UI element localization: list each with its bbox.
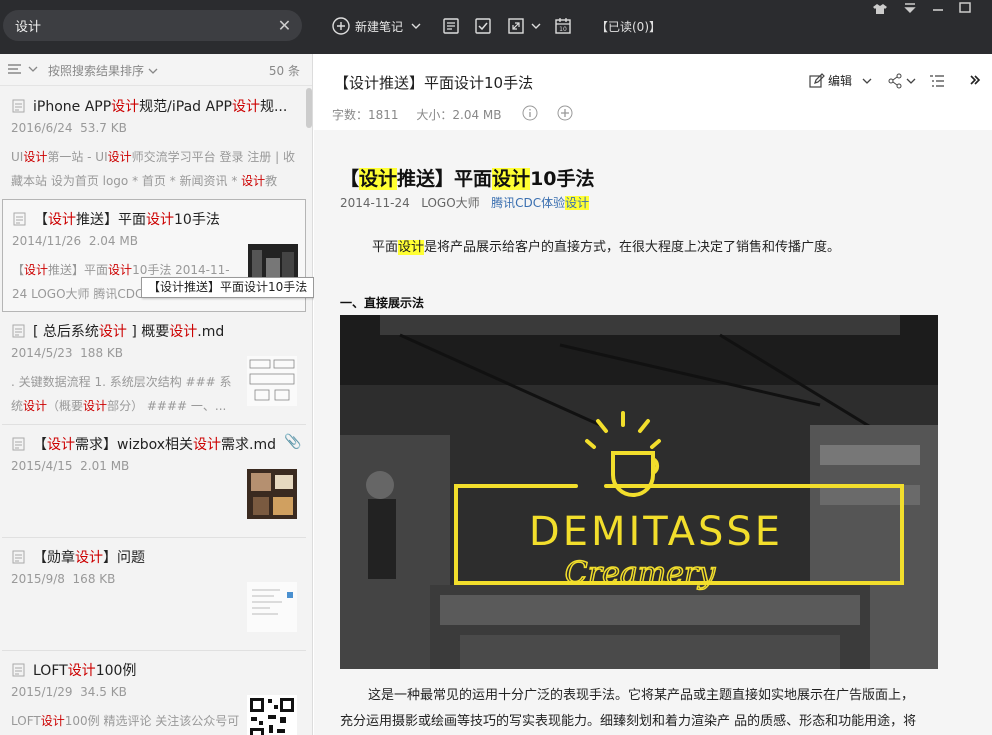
document-icon bbox=[12, 550, 25, 564]
chevron-down-icon[interactable] bbox=[411, 22, 421, 30]
add-tag-icon[interactable] bbox=[557, 105, 573, 121]
note-snippet: UI设计第一站 - UI设计师交流学习平台 登录 注册 | 收藏本站 设为首页 … bbox=[11, 150, 295, 188]
expand-icon bbox=[508, 18, 524, 34]
sort-dropdown[interactable]: 按照搜索结果排序 bbox=[48, 62, 158, 79]
note-title: [ 总后系统设计 ] 概要设计.md bbox=[33, 324, 225, 340]
share-icon[interactable] bbox=[887, 73, 903, 89]
note-title: 【设计推送】平面设计10手法 bbox=[34, 212, 220, 228]
section-heading: 一、直接展示法 bbox=[340, 296, 425, 310]
template-note-button[interactable] bbox=[442, 14, 460, 38]
expand-button[interactable] bbox=[507, 14, 541, 38]
note-meta: 2016/6/24 53.7 KB bbox=[11, 121, 127, 135]
note-view-panel: 【设计推送】平面设计10手法 字数：1811 大小：2.04 MB 编辑 【设计… bbox=[314, 54, 992, 735]
note-snippet: LOFT设计100例 精选评论 关注该公众号可 bbox=[11, 714, 240, 728]
qr-code-thumbnail bbox=[247, 695, 297, 735]
edit-icon bbox=[809, 72, 825, 88]
note-title: iPhone APP设计规范/iPad APP设计规... bbox=[33, 99, 288, 115]
paragraph: 这是一种最常见的运用十分广泛的表现手法。它将某产品或主题直接如实地展示在广告版面… bbox=[368, 688, 915, 703]
note-item-5[interactable]: LOFT设计100例 2015/1/29 34.5 KB LOFT设计100例 … bbox=[2, 651, 306, 735]
source-link[interactable]: 腾讯CDC体验设计 bbox=[491, 196, 590, 210]
note-title[interactable]: 【设计推送】平面设计10手法 bbox=[334, 72, 533, 93]
chevron-down-icon[interactable] bbox=[531, 22, 541, 30]
note-count: 50 条 bbox=[268, 64, 300, 78]
note-content[interactable]: 【设计推送】平面设计10手法 2014-11-24 LOGO大师 腾讯CDC体验… bbox=[314, 130, 992, 735]
plus-circle-icon bbox=[332, 17, 350, 35]
sort-label: 按照搜索结果排序 bbox=[48, 64, 145, 78]
note-header: 【设计推送】平面设计10手法 字数：1811 大小：2.04 MB 编辑 bbox=[314, 54, 992, 130]
task-button[interactable] bbox=[474, 14, 492, 38]
word-count: 字数：1811 bbox=[332, 108, 399, 122]
calendar-icon: 10 bbox=[555, 18, 571, 34]
double-chevron-right-icon[interactable] bbox=[969, 74, 981, 86]
outline-icon[interactable] bbox=[929, 73, 945, 89]
document-icon bbox=[13, 212, 26, 226]
note-meta: 2015/1/29 34.5 KB bbox=[11, 685, 127, 699]
info-icon[interactable] bbox=[522, 105, 538, 121]
chevron-down-icon[interactable] bbox=[862, 77, 872, 85]
document-icon bbox=[12, 99, 25, 113]
logo-main-text: DEMITASSE bbox=[529, 509, 783, 555]
chevron-down-icon bbox=[148, 68, 158, 74]
edit-button[interactable]: 编辑 bbox=[809, 72, 872, 89]
document-icon bbox=[12, 437, 25, 451]
document-icon bbox=[12, 663, 25, 677]
top-toolbar: ✕ 新建笔记 10 【已读(0)】 bbox=[0, 0, 992, 54]
content-title: 【设计推送】平面设计10手法 bbox=[340, 168, 595, 190]
clear-search-icon[interactable]: ✕ bbox=[276, 17, 293, 34]
read-status-button[interactable]: 【已读(0)】 bbox=[596, 14, 661, 38]
new-note-label: 新建笔记 bbox=[355, 19, 404, 34]
note-stats: 字数：1811 大小：2.04 MB bbox=[332, 106, 516, 123]
note-item-4[interactable]: 【勋章设计】问题 2015/9/8 168 KB bbox=[2, 538, 306, 651]
maximize-icon[interactable] bbox=[958, 2, 972, 16]
new-note-button[interactable]: 新建笔记 bbox=[332, 14, 421, 38]
chevron-down-icon[interactable] bbox=[906, 77, 916, 85]
note-title: 【设计需求】wizbox相关设计需求.md bbox=[33, 437, 276, 453]
search-input[interactable] bbox=[15, 16, 265, 35]
note-list-panel: 按照搜索结果排序 50 条 iPhone APP设计规范/iPad APP设计规… bbox=[0, 54, 313, 735]
note-title: LOFT设计100例 bbox=[33, 663, 137, 679]
note-meta: 2014/5/23 188 KB bbox=[11, 346, 123, 360]
menu-icon[interactable] bbox=[903, 2, 917, 16]
note-meta: 2015/9/8 168 KB bbox=[11, 572, 116, 586]
svg-text:10: 10 bbox=[559, 26, 567, 33]
note-meta: 2014/11/26 2.04 MB bbox=[12, 234, 138, 248]
scrollbar[interactable] bbox=[306, 88, 312, 128]
note-title: 【勋章设计】问题 bbox=[33, 550, 145, 566]
minimize-icon[interactable] bbox=[931, 2, 945, 16]
logo-script-text: Creamery bbox=[565, 556, 716, 591]
document-icon bbox=[12, 324, 25, 338]
checkbox-icon bbox=[475, 18, 491, 34]
tooltip: 【设计推送】平面设计10手法 bbox=[141, 277, 315, 298]
note-thumbnail bbox=[247, 582, 297, 632]
paragraph: 充分运用摄影或绘画等技巧的写实表现能力。细臻刻划和着力渲染产 品的质感、形态和功… bbox=[340, 714, 917, 729]
note-size: 大小：2.04 MB bbox=[416, 108, 502, 122]
search-box: ✕ bbox=[3, 10, 302, 41]
note-meta: 2015/4/15 2.01 MB bbox=[11, 459, 130, 473]
article-image[interactable]: DEMITASSE Creamery bbox=[340, 315, 938, 669]
content-meta: 2014-11-24 LOGO大师 腾讯CDC体验设计 bbox=[340, 196, 590, 210]
list-view-icon[interactable] bbox=[7, 63, 39, 77]
sort-bar: 按照搜索结果排序 50 条 bbox=[0, 54, 312, 86]
note-item-2[interactable]: [ 总后系统设计 ] 概要设计.md 2014/5/23 188 KB . 关键… bbox=[2, 312, 306, 425]
note-thumbnail bbox=[247, 356, 297, 406]
calendar-button[interactable]: 10 bbox=[554, 14, 572, 38]
note-thumbnail bbox=[247, 469, 297, 519]
note-item-0[interactable]: iPhone APP设计规范/iPad APP设计规... 2016/6/24 … bbox=[2, 87, 306, 200]
edit-label: 编辑 bbox=[828, 74, 853, 88]
paragraph: 平面设计是将产品展示给客户的直接方式，在很大程度上决定了销售和传播广度。 bbox=[372, 240, 841, 255]
shirt-icon[interactable] bbox=[873, 3, 887, 17]
note-item-3[interactable]: 【设计需求】wizbox相关设计需求.md 📎 2015/4/15 2.01 M… bbox=[2, 425, 306, 538]
attachment-icon: 📎 bbox=[284, 434, 302, 450]
note-list-icon bbox=[443, 18, 459, 34]
note-snippet: . 关键数据流程 1. 系统层次结构 ### 系统设计（概要设计部分） ####… bbox=[11, 375, 232, 413]
